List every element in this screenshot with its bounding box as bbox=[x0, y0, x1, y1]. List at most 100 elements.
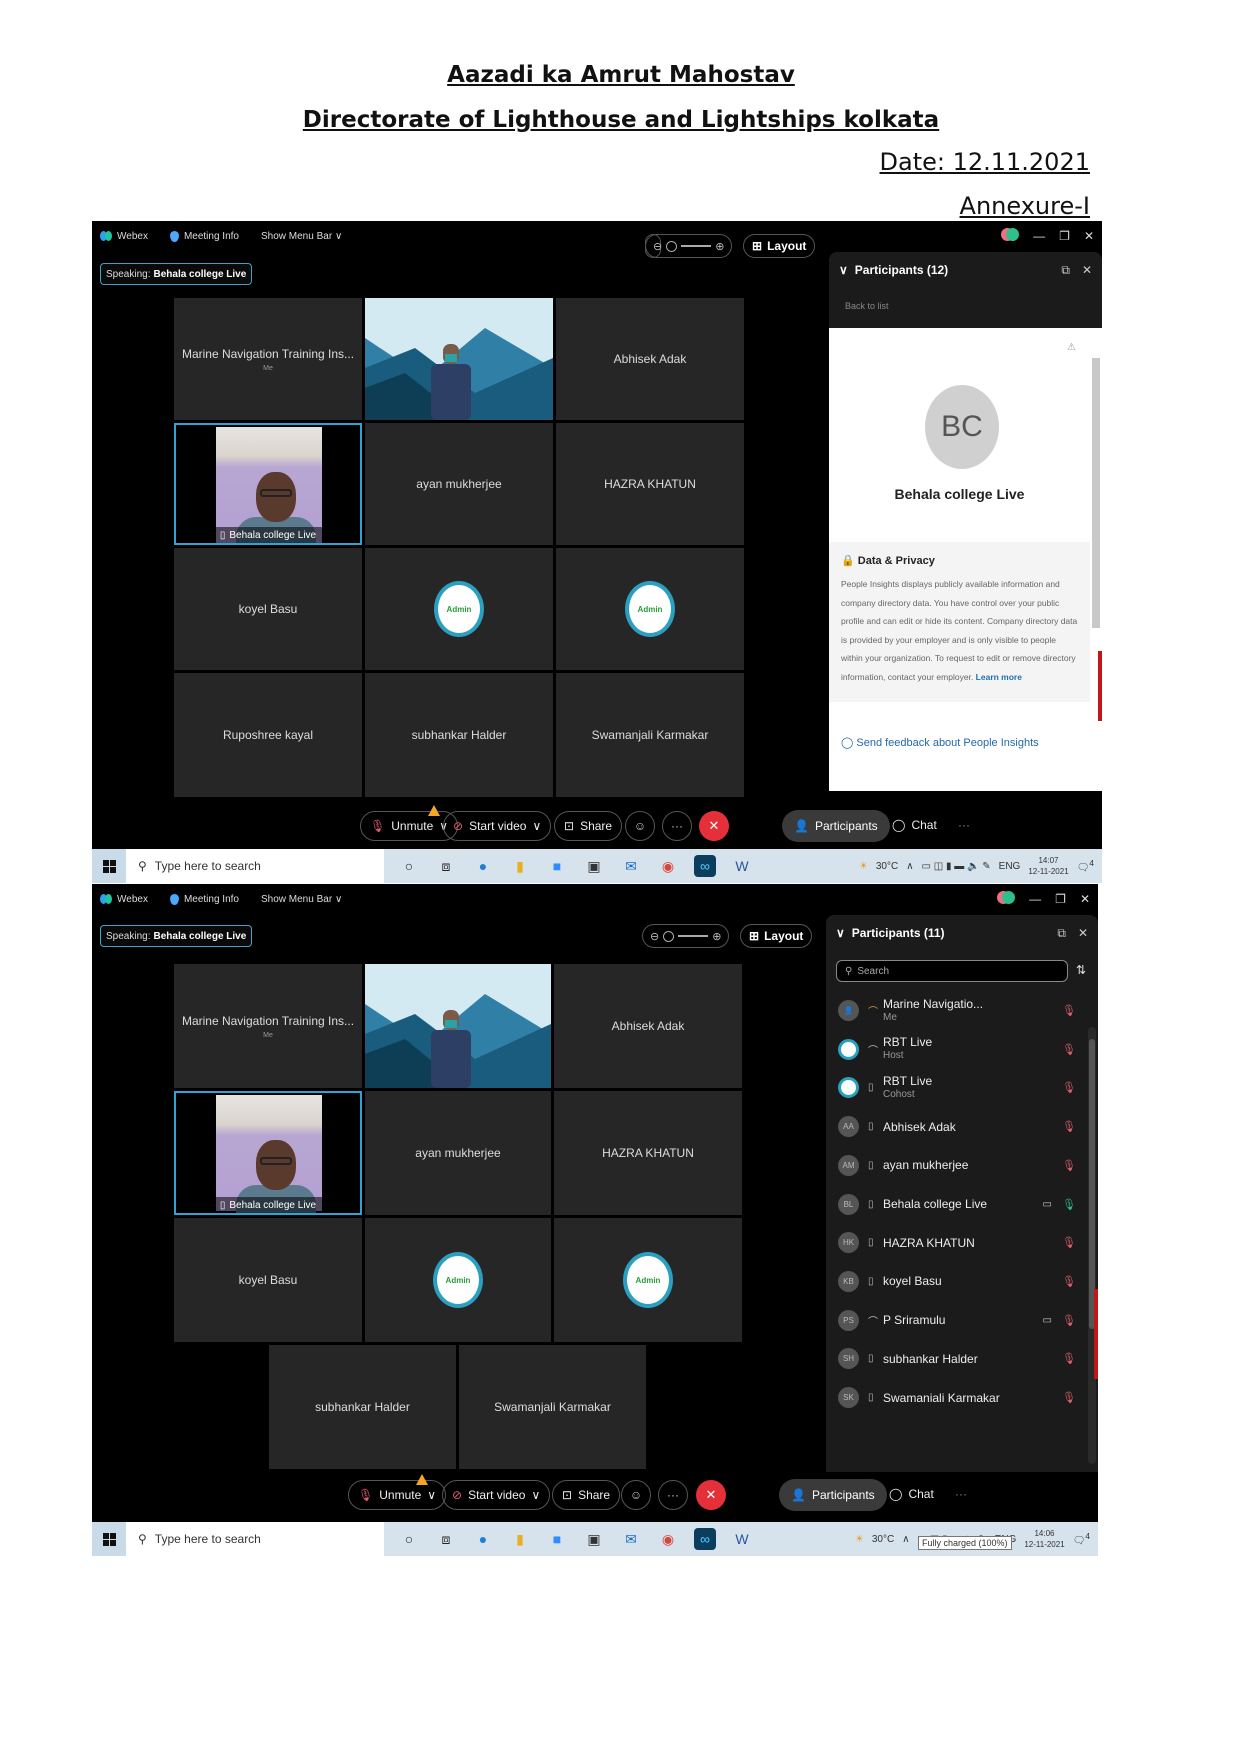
video-tile[interactable]: Swamanjali Karmakar bbox=[556, 673, 744, 797]
participant-search-input[interactable]: ⚲ Search bbox=[836, 960, 1068, 982]
mic-muted-icon[interactable]: 🎙 bbox=[1062, 1236, 1076, 1249]
participant-row[interactable]: SH ▯ subhankar Halder 🎙 bbox=[826, 1337, 1084, 1380]
zoom-in-icon[interactable]: ⊕ bbox=[712, 930, 721, 943]
minimize-button[interactable]: — bbox=[1033, 229, 1045, 243]
warning-icon[interactable]: ⚠ bbox=[1067, 342, 1076, 353]
video-tile-active-speaker[interactable]: ▯ Behala college Live bbox=[174, 423, 362, 545]
chevron-down-icon[interactable]: ∨ bbox=[532, 819, 541, 833]
mic-muted-icon[interactable]: 🎙 bbox=[1062, 1391, 1076, 1404]
file-explorer-icon[interactable]: ▮ bbox=[509, 855, 531, 877]
edge-icon[interactable]: ● bbox=[472, 1528, 494, 1550]
unmute-button[interactable]: 🎙 Unmute ∨ bbox=[348, 1480, 447, 1510]
video-tile[interactable]: Ruposhree kayal bbox=[174, 673, 362, 797]
video-tile[interactable]: Abhisek Adak bbox=[556, 298, 744, 420]
zoom-in-icon[interactable]: ⊕ bbox=[715, 240, 724, 253]
cortana-icon[interactable]: ○ bbox=[398, 1528, 420, 1550]
video-tile[interactable]: Abhisek Adak bbox=[554, 964, 742, 1088]
start-video-button[interactable]: ⊘ Start video ∨ bbox=[442, 1480, 551, 1510]
zoom-out-icon[interactable]: ⊖ bbox=[653, 240, 662, 253]
video-tile[interactable]: subhankar Halder bbox=[365, 673, 553, 797]
file-explorer-icon[interactable]: ▮ bbox=[509, 1528, 531, 1550]
list-scrollbar[interactable] bbox=[1088, 1027, 1096, 1464]
notification-icon[interactable]: 🗨4 bbox=[1077, 858, 1094, 873]
chevron-down-icon[interactable]: ∨ bbox=[427, 1488, 436, 1502]
send-feedback-link[interactable]: ◯ Send feedback about People Insights bbox=[841, 736, 1039, 749]
mic-muted-icon[interactable]: 🎙 bbox=[1062, 1352, 1076, 1365]
show-menu-bar-button[interactable]: Show Menu Bar ∨ bbox=[261, 231, 342, 242]
show-menu-bar-button[interactable]: Show Menu Bar ∨ bbox=[261, 894, 342, 905]
video-tile[interactable]: koyel Basu bbox=[174, 1218, 362, 1342]
video-tile[interactable]: Admin bbox=[365, 548, 553, 670]
taskbar-clock[interactable]: 14:06 12-11-2021 bbox=[1024, 1528, 1064, 1550]
webex-app-menu[interactable]: Webex bbox=[100, 894, 148, 905]
notification-icon[interactable]: 🗨4 bbox=[1073, 1531, 1090, 1546]
restore-button[interactable]: ❐ bbox=[1059, 229, 1070, 243]
video-tile-mountain-background[interactable] bbox=[365, 964, 551, 1088]
learn-more-link[interactable]: Learn more bbox=[976, 672, 1022, 682]
zoom-out-icon[interactable]: ⊖ bbox=[650, 930, 659, 943]
video-tile[interactable]: Marine Navigation Training Ins... Me bbox=[174, 964, 362, 1088]
tray-chevron-icon[interactable]: ∧ bbox=[906, 861, 913, 872]
mail-icon[interactable]: ✉ bbox=[620, 1528, 642, 1550]
participant-row[interactable]: ▯ RBT Live Cohost 🎙 bbox=[826, 1066, 1084, 1109]
video-tile[interactable]: koyel Basu bbox=[174, 548, 362, 670]
webex-app-menu[interactable]: Webex bbox=[100, 231, 148, 242]
chevron-down-icon[interactable]: ∨ bbox=[836, 926, 845, 940]
share-button[interactable]: ⊡ Share bbox=[552, 1480, 621, 1510]
webex-taskbar-icon[interactable]: ∞ bbox=[694, 855, 716, 877]
mail-icon[interactable]: ✉ bbox=[620, 855, 642, 877]
scrollbar-thumb[interactable] bbox=[1089, 1039, 1095, 1329]
participant-row[interactable]: KB ▯ koyel Basu 🎙 bbox=[826, 1260, 1084, 1303]
tray-chevron-icon[interactable]: ∧ bbox=[902, 1534, 909, 1545]
leave-meeting-button[interactable]: ✕ bbox=[696, 1480, 726, 1510]
chat-button[interactable]: ◯ Chat bbox=[892, 818, 937, 832]
share-button[interactable]: ⊡ Share bbox=[554, 811, 623, 841]
word-icon[interactable]: W bbox=[731, 1528, 753, 1550]
edge-icon[interactable]: ● bbox=[472, 855, 494, 877]
start-video-button[interactable]: ⊘ Start video ∨ bbox=[443, 811, 552, 841]
participant-row[interactable]: 👤 ⌒ Marine Navigatio... Me 🎙 bbox=[826, 989, 1084, 1032]
video-tile[interactable]: subhankar Halder bbox=[269, 1345, 456, 1469]
sort-icon[interactable]: ⇅ bbox=[1076, 963, 1086, 977]
more-options-button[interactable]: ··· bbox=[658, 1480, 688, 1510]
cortana-icon[interactable]: ○ bbox=[398, 855, 420, 877]
language-indicator[interactable]: ENG bbox=[999, 861, 1021, 872]
zoom-slider-knob[interactable] bbox=[666, 240, 678, 252]
participants-button[interactable]: 👤 Participants bbox=[779, 1479, 887, 1511]
participant-row[interactable]: SK ▯ Swamaniali Karmakar 🎙 bbox=[826, 1376, 1084, 1419]
scrollbar-thumb[interactable] bbox=[1092, 358, 1100, 628]
video-tile[interactable]: HAZRA KHATUN bbox=[556, 423, 744, 545]
restore-button[interactable]: ❐ bbox=[1055, 892, 1066, 906]
video-tile[interactable]: ayan mukherjee bbox=[365, 423, 553, 545]
reactions-button[interactable]: ☺ bbox=[625, 811, 655, 841]
layout-button[interactable]: ⊞ Layout bbox=[743, 234, 816, 258]
participant-row[interactable]: AA ▯ Abhisek Adak 🎙 bbox=[826, 1105, 1084, 1148]
store-icon[interactable]: ▣ bbox=[583, 855, 605, 877]
start-button[interactable] bbox=[92, 849, 126, 883]
video-tile[interactable]: Admin bbox=[554, 1218, 742, 1342]
close-panel-icon[interactable]: ✕ bbox=[1078, 926, 1088, 941]
participant-row[interactable]: HK ▯ HAZRA KHATUN 🎙 bbox=[826, 1221, 1084, 1264]
mic-muted-icon[interactable]: 🎙 bbox=[1062, 1314, 1076, 1327]
minimize-button[interactable]: — bbox=[1029, 892, 1041, 906]
video-tile-active-speaker[interactable]: ▯ Behala college Live bbox=[174, 1091, 362, 1215]
meeting-info-button[interactable]: Meeting Info bbox=[169, 230, 239, 242]
video-tile[interactable]: Admin bbox=[365, 1218, 551, 1342]
zoom-app-icon[interactable]: ■ bbox=[546, 855, 568, 877]
popout-icon[interactable]: ⧉ bbox=[1061, 263, 1070, 278]
mic-muted-icon[interactable]: 🎙 bbox=[1062, 1159, 1076, 1172]
task-view-icon[interactable]: ⧈ bbox=[435, 855, 457, 877]
start-button[interactable] bbox=[92, 1522, 126, 1556]
zoom-slider-knob[interactable] bbox=[663, 930, 675, 942]
close-window-button[interactable]: ✕ bbox=[1080, 892, 1090, 906]
video-tile[interactable]: ayan mukherjee bbox=[365, 1091, 551, 1215]
mic-on-icon[interactable]: 🎙 bbox=[1062, 1198, 1076, 1211]
mic-muted-icon[interactable]: 🎙 bbox=[1062, 1120, 1076, 1133]
participant-row[interactable]: AM ▯ ayan mukherjee 🎙 bbox=[826, 1144, 1084, 1187]
chevron-down-icon[interactable]: ∨ bbox=[839, 263, 848, 277]
video-tile[interactable]: Swamanjali Karmakar bbox=[459, 1345, 646, 1469]
video-tile[interactable]: Admin bbox=[556, 548, 744, 670]
panel-scrollbar[interactable] bbox=[1090, 328, 1102, 791]
video-tile[interactable]: Marine Navigation Training Ins... Me bbox=[174, 298, 362, 420]
participant-row[interactable]: BL ▯ Behala college Live ▭ 🎙 bbox=[826, 1183, 1084, 1226]
